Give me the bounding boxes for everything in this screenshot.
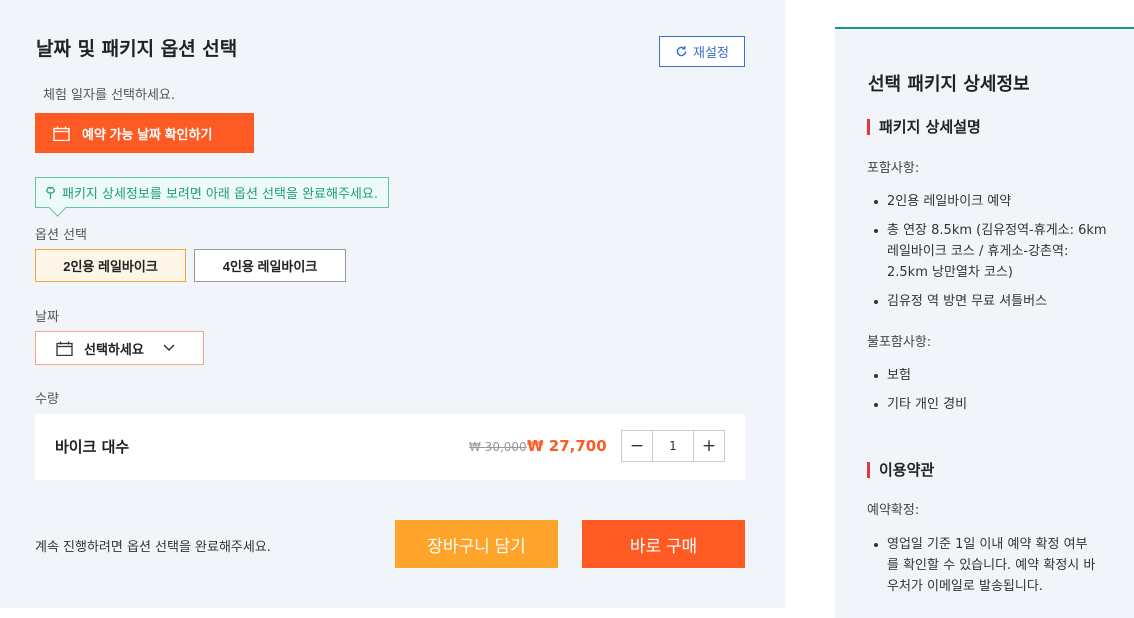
package-description-heading: 패키지 상세설명 [867, 116, 981, 137]
reset-button[interactable]: 재설정 [659, 36, 745, 67]
list-item: 총 연장 8.5km (김유정역-휴게소: 6km 레일바이크 코스 / 휴게소… [867, 220, 1107, 283]
heading-accent-bar [867, 461, 870, 478]
quantity-row: 바이크 대수 ₩ 30,000 ₩ 27,700 − + [35, 414, 745, 480]
sale-price: ₩ 27,700 [527, 437, 607, 455]
panel-title: 날짜 및 패키지 옵션 선택 [36, 38, 238, 60]
confirm-list: 영업일 기준 1일 이내 예약 확정 여부를 확인할 수 있습니다. 예약 확정… [867, 534, 1097, 605]
date-select-value: 선택하세요 [84, 342, 144, 358]
check-date-label: 예약 가능 날짜 확인하기 [82, 126, 213, 142]
quantity-label: 수량 [35, 392, 59, 407]
option-2-person-bike[interactable]: 2인용 레일바이크 [35, 249, 186, 282]
date-label: 날짜 [35, 310, 59, 325]
refresh-icon [676, 46, 687, 57]
reset-label: 재설정 [693, 45, 729, 60]
tooltip-text: 패키지 상세정보를 보려면 아래 옵션 선택을 완료해주세요. [62, 187, 378, 202]
date-hint: 체험 일자를 선택하세요. [43, 88, 175, 103]
list-item: 2인용 레일바이크 예약 [867, 191, 1107, 212]
package-description-heading-text: 패키지 상세설명 [879, 118, 981, 136]
add-to-cart-button[interactable]: 장바구니 담기 [395, 520, 558, 568]
quantity-input[interactable] [653, 431, 693, 461]
quantity-item-name: 바이크 대수 [55, 438, 130, 456]
increase-quantity-button[interactable]: + [693, 431, 724, 461]
original-price: ₩ 30,000 [469, 440, 527, 454]
list-item: 기타 개인 경비 [867, 394, 1107, 415]
option-4-person-bike[interactable]: 4인용 레일바이크 [194, 249, 346, 282]
list-item: 김유정 역 방면 무료 셔틀버스 [867, 291, 1107, 312]
chevron-down-icon [163, 344, 175, 352]
quantity-stepper[interactable]: − + [621, 430, 725, 462]
completion-notice: 계속 진행하려면 옵션 선택을 완료해주세요. [35, 540, 271, 555]
included-label: 포함사항: [867, 161, 920, 176]
included-list: 2인용 레일바이크 예약 총 연장 8.5km (김유정역-휴게소: 6km 레… [867, 191, 1107, 320]
package-detail-panel: 선택 패키지 상세정보 패키지 상세설명 포함사항: 2인용 레일바이크 예약 … [835, 27, 1134, 618]
option-select-label: 옵션 선택 [35, 228, 87, 243]
clover-icon [46, 186, 55, 199]
confirm-label: 예약확정: [867, 503, 920, 518]
list-item: 영업일 기준 1일 이내 예약 확정 여부를 확인할 수 있습니다. 예약 확정… [867, 534, 1097, 597]
calendar-icon [56, 341, 73, 356]
date-select-dropdown[interactable]: 선택하세요 [35, 331, 204, 365]
excluded-list: 보험 기타 개인 경비 [867, 365, 1107, 423]
option-panel: 날짜 및 패키지 옵션 선택 재설정 체험 일자를 선택하세요. 예약 가능 날… [0, 0, 785, 608]
calendar-icon [53, 126, 70, 141]
excluded-label: 불포함사항: [867, 335, 932, 350]
list-item: 보험 [867, 365, 1107, 386]
heading-accent-bar [867, 118, 870, 135]
option-tooltip: 패키지 상세정보를 보려면 아래 옵션 선택을 완료해주세요. [35, 177, 389, 208]
package-detail-title: 선택 패키지 상세정보 [868, 74, 1030, 95]
terms-heading-text: 이용약관 [879, 461, 935, 479]
terms-heading: 이용약관 [867, 459, 934, 480]
check-available-dates-button[interactable]: 예약 가능 날짜 확인하기 [35, 113, 254, 153]
buy-now-button[interactable]: 바로 구매 [582, 520, 745, 568]
decrease-quantity-button[interactable]: − [622, 431, 653, 461]
